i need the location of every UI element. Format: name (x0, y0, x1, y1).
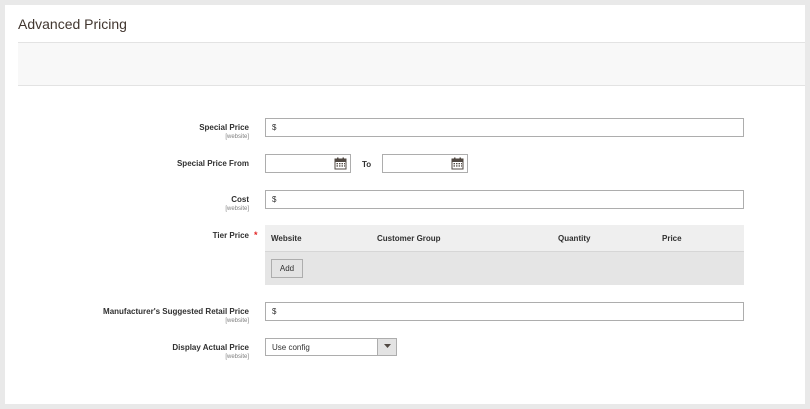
scope-label: [website] (225, 134, 249, 140)
tier-price-footer: Add (265, 251, 744, 285)
column-header-price: Price (662, 234, 682, 243)
scope-label: [website] (225, 206, 249, 212)
special-price-from-label: Special Price From (176, 159, 249, 168)
column-header-customer-group: Customer Group (377, 234, 441, 243)
required-mark: * (254, 230, 258, 240)
special-price-label: Special Price [website] (9, 123, 249, 141)
tier-price-label: Tier Price (212, 231, 249, 240)
modal-toolbar (18, 43, 805, 86)
advanced-pricing-modal: Advanced Pricing Special Price [website]… (5, 5, 805, 404)
tier-price-header: Website Customer Group Quantity Price (265, 225, 744, 251)
special-price-from-input[interactable] (265, 154, 351, 173)
currency-addon: $ (272, 195, 277, 204)
add-tier-price-button[interactable]: Add (271, 259, 303, 278)
column-header-website: Website (271, 234, 302, 243)
cost-input[interactable]: $ (265, 190, 744, 209)
msrp-label: Manufacturer's Suggested Retail Price [w… (9, 307, 249, 325)
column-header-quantity: Quantity (558, 234, 591, 243)
page-title: Advanced Pricing (18, 16, 127, 32)
select-value: Use config (272, 343, 310, 352)
cost-label: Cost [website] (9, 195, 249, 213)
currency-addon: $ (272, 123, 277, 132)
display-actual-price-label: Display Actual Price [website] (9, 343, 249, 361)
display-actual-price-select[interactable]: Use config (265, 338, 397, 356)
scope-label: [website] (225, 354, 249, 360)
msrp-input[interactable]: $ (265, 302, 744, 321)
scope-label: [website] (225, 318, 249, 324)
tier-price-grid: Website Customer Group Quantity Price Ad… (265, 225, 744, 285)
calendar-icon[interactable] (334, 157, 347, 170)
special-price-to-input[interactable] (382, 154, 468, 173)
special-price-input[interactable]: $ (265, 118, 744, 137)
chevron-down-icon[interactable] (377, 339, 396, 355)
to-label: To (362, 160, 372, 169)
currency-addon: $ (272, 307, 277, 316)
calendar-icon[interactable] (451, 157, 464, 170)
